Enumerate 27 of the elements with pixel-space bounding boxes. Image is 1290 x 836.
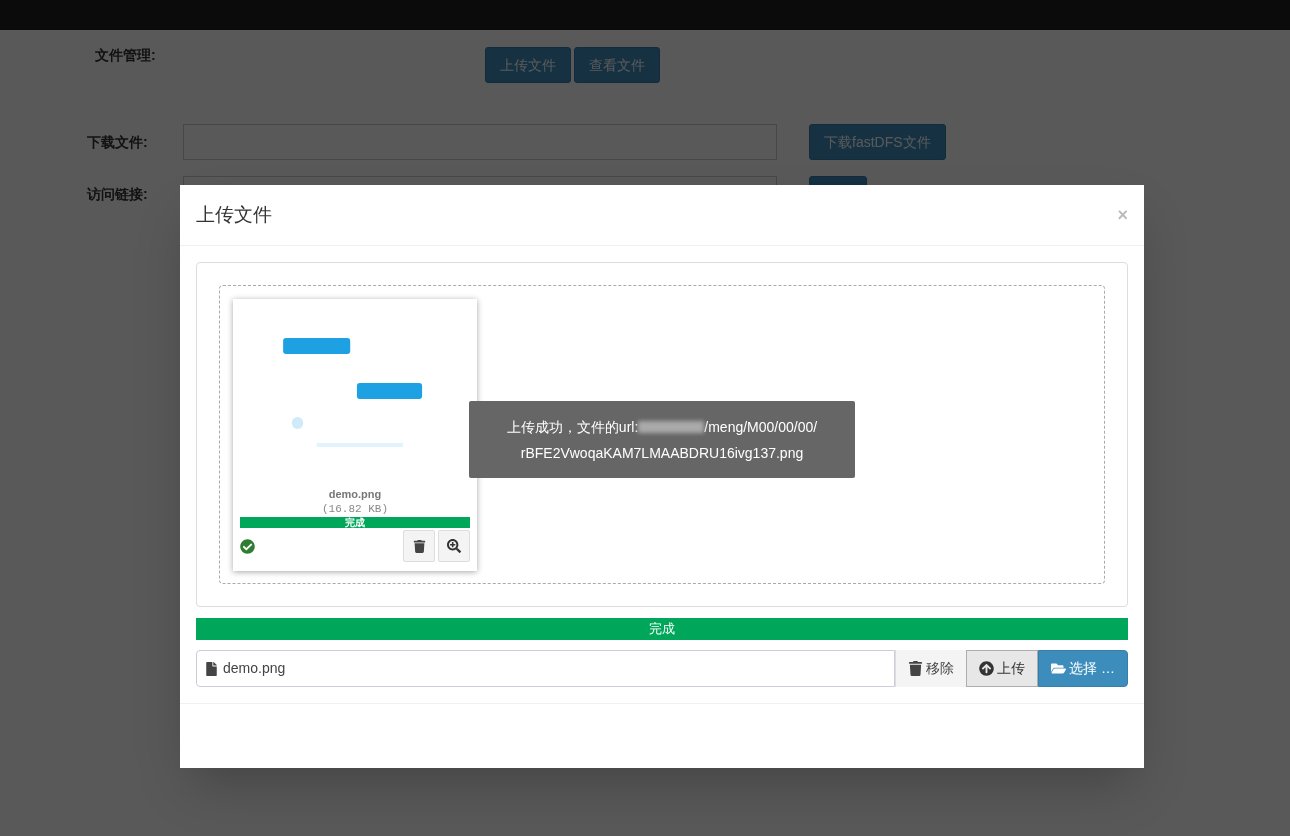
- download-button[interactable]: 下载fastDFS文件: [809, 124, 946, 160]
- remove-button[interactable]: 移除: [895, 650, 967, 687]
- zoom-button[interactable]: [438, 530, 470, 562]
- file-name: demo.png: [328, 487, 382, 501]
- browse-button[interactable]: 选择 …: [1038, 650, 1128, 687]
- progress-bar: 完成: [196, 618, 1128, 640]
- folder-icon: [1051, 661, 1067, 676]
- toast-text: 上传成功，文件的url:: [506, 417, 639, 437]
- delete-button[interactable]: [403, 530, 435, 562]
- trash-icon: [412, 539, 426, 553]
- file-field-value: demo.png: [223, 659, 286, 678]
- upload-button[interactable]: 上传: [966, 650, 1039, 687]
- field-label: 下载文件:: [86, 132, 149, 152]
- progress-bar: 完成: [240, 517, 470, 528]
- trash-icon: [908, 661, 924, 676]
- file-size: (16.82 KB): [322, 502, 388, 517]
- action-button[interactable]: 查看文件: [574, 47, 660, 83]
- toast-path: /meng/M00/00/00/: [704, 417, 818, 437]
- section-title: 文件管理:: [95, 46, 157, 65]
- field-label: 访问链接:: [85, 184, 149, 204]
- file-icon: [206, 661, 217, 676]
- toast-file: rBFE2VwoqaKAM7LMAABDRU16ivg137.png: [520, 443, 804, 463]
- file-field[interactable]: demo.png: [196, 650, 896, 687]
- close-button[interactable]: ×: [1117, 206, 1128, 224]
- arrow-up-icon: [979, 661, 995, 676]
- modal-title: 上传文件: [196, 202, 272, 227]
- zoom-in-icon: [447, 539, 461, 553]
